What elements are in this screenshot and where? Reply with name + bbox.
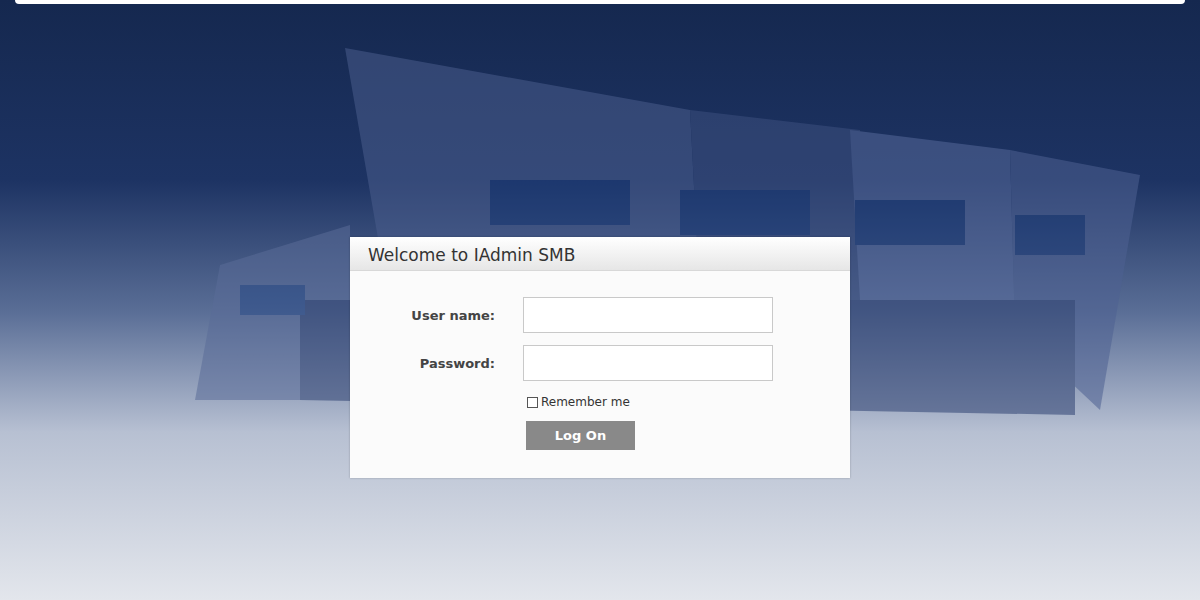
login-form: User name: Password: Remember me Log On: [350, 271, 850, 450]
top-bar: [15, 0, 1185, 4]
remember-me[interactable]: Remember me: [523, 395, 773, 409]
field-label: User name:: [350, 308, 495, 323]
remember-checkbox[interactable]: [527, 397, 538, 408]
remember-label[interactable]: Remember me: [541, 395, 630, 409]
button-row: Log On: [523, 421, 773, 450]
field-label: Password:: [350, 356, 495, 371]
login-panel: Welcome to IAdmin SMB User name: Password:…: [350, 237, 850, 478]
log-on-button[interactable]: Log On: [526, 421, 635, 450]
username-input[interactable]: [523, 297, 773, 333]
password-input[interactable]: [523, 345, 773, 381]
login-title: Welcome to IAdmin SMB: [350, 237, 850, 271]
